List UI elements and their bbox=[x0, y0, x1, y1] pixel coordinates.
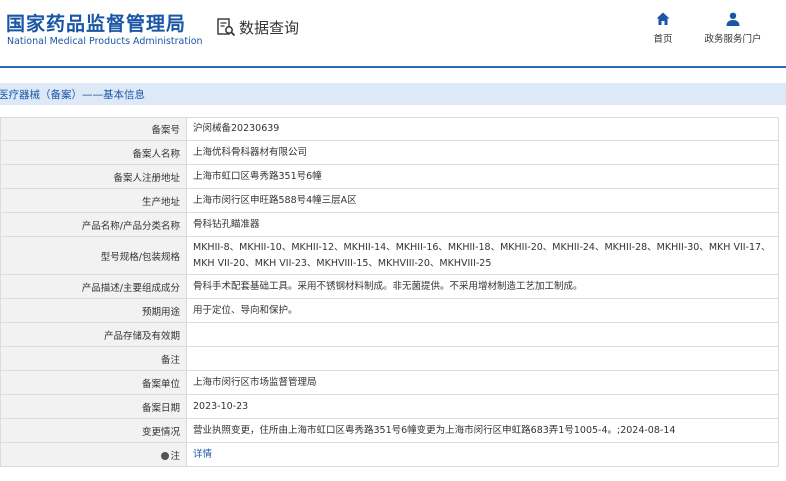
row-key-text: 注 bbox=[170, 450, 180, 462]
row-value: 上海市虹口区粤秀路351号6幢 bbox=[186, 164, 779, 189]
user-icon bbox=[726, 12, 740, 26]
row-value: 上海市闵行区市场监督管理局 bbox=[186, 370, 779, 395]
row-value: 骨科手术配套基础工具。采用不锈钢材料制成。非无菌提供。不采用增材制造工艺加工制成… bbox=[186, 274, 779, 299]
table-row: 产品存储及有效期 bbox=[0, 322, 779, 347]
table-row: 预期用途 用于定位、导向和保护。 bbox=[0, 298, 779, 323]
note-row-key: 注 bbox=[0, 442, 187, 467]
row-value: 2023-10-23 bbox=[186, 394, 779, 419]
row-value: 用于定位、导向和保护。 bbox=[186, 298, 779, 323]
row-key: 产品名称/产品分类名称 bbox=[0, 212, 187, 237]
row-key: 产品存储及有效期 bbox=[0, 322, 187, 347]
nav-home[interactable]: 首页 bbox=[628, 11, 698, 45]
record-info-table: 备案号 沪闵械备20230639 备案人名称 上海优科骨科器材有限公司 备案人注… bbox=[0, 117, 779, 467]
row-value: 上海优科骨科器材有限公司 bbox=[186, 140, 779, 165]
row-key: 产品描述/主要组成成分 bbox=[0, 274, 187, 299]
document-search-icon bbox=[217, 18, 236, 37]
breadcrumb-text: 医疗器械（备案）——基本信息 bbox=[0, 88, 145, 101]
table-row: 产品名称/产品分类名称 骨科钻孔瞄准器 bbox=[0, 212, 779, 237]
table-row: 备案单位 上海市闵行区市场监督管理局 bbox=[0, 370, 779, 395]
table-row: 注 详情 bbox=[0, 442, 779, 467]
table-row: 备案人注册地址 上海市虹口区粤秀路351号6幢 bbox=[0, 164, 779, 189]
details-link[interactable]: 详情 bbox=[193, 449, 212, 460]
data-query-link[interactable]: 数据查询 bbox=[216, 16, 299, 38]
table-row: 备案号 沪闵械备20230639 bbox=[0, 117, 779, 141]
row-value: MKHII-8、MKHII-10、MKHII-12、MKHII-14、MKHII… bbox=[186, 236, 779, 275]
table-row: 产品描述/主要组成成分 骨科手术配套基础工具。采用不锈钢材料制成。非无菌提供。不… bbox=[0, 274, 779, 299]
row-key: 型号规格/包装规格 bbox=[0, 236, 187, 275]
header-divider bbox=[0, 66, 786, 68]
nav-service-portal-label: 政务服务门户 bbox=[704, 34, 762, 45]
row-value bbox=[186, 346, 779, 371]
row-key: 备案号 bbox=[0, 117, 187, 141]
site-header: 国家药品监督管理局 National Medical Products Admi… bbox=[0, 0, 786, 66]
row-value: 营业执照变更，住所由上海市虹口区粤秀路351号6幢变更为上海市闵行区申虹路683… bbox=[186, 418, 779, 443]
row-key: 备案人名称 bbox=[0, 140, 187, 165]
table-row: 变更情况 营业执照变更，住所由上海市虹口区粤秀路351号6幢变更为上海市闵行区申… bbox=[0, 418, 779, 443]
table-row: 备案日期 2023-10-23 bbox=[0, 394, 779, 419]
row-value: 上海市闵行区申旺路588号4幢三层A区 bbox=[186, 188, 779, 213]
site-logo-title[interactable]: 国家药品监督管理局 bbox=[6, 9, 186, 36]
row-value: 沪闵械备20230639 bbox=[186, 117, 779, 141]
row-value bbox=[186, 322, 779, 347]
row-value: 骨科钻孔瞄准器 bbox=[186, 212, 779, 237]
home-icon bbox=[656, 12, 670, 25]
table-row: 生产地址 上海市闵行区申旺路588号4幢三层A区 bbox=[0, 188, 779, 213]
location-pin-icon bbox=[161, 451, 170, 460]
table-row: 型号规格/包装规格 MKHII-8、MKHII-10、MKHII-12、MKHI… bbox=[0, 236, 779, 275]
row-key: 备案日期 bbox=[0, 394, 187, 419]
data-query-label: 数据查询 bbox=[239, 18, 300, 37]
row-value: 详情 bbox=[186, 442, 779, 467]
row-key: 生产地址 bbox=[0, 188, 187, 213]
nav-home-label: 首页 bbox=[653, 34, 673, 45]
breadcrumb: 医疗器械（备案）——基本信息 bbox=[0, 83, 786, 105]
site-logo-subtitle: National Medical Products Administration bbox=[7, 36, 203, 47]
row-key: 备注 bbox=[0, 346, 187, 371]
table-row: 备案人名称 上海优科骨科器材有限公司 bbox=[0, 140, 779, 165]
row-key: 预期用途 bbox=[0, 298, 187, 323]
nav-service-portal[interactable]: 政务服务门户 bbox=[698, 11, 768, 45]
row-key: 备案单位 bbox=[0, 370, 187, 395]
table-row: 备注 bbox=[0, 346, 779, 371]
row-key: 备案人注册地址 bbox=[0, 164, 187, 189]
row-key: 变更情况 bbox=[0, 418, 187, 443]
